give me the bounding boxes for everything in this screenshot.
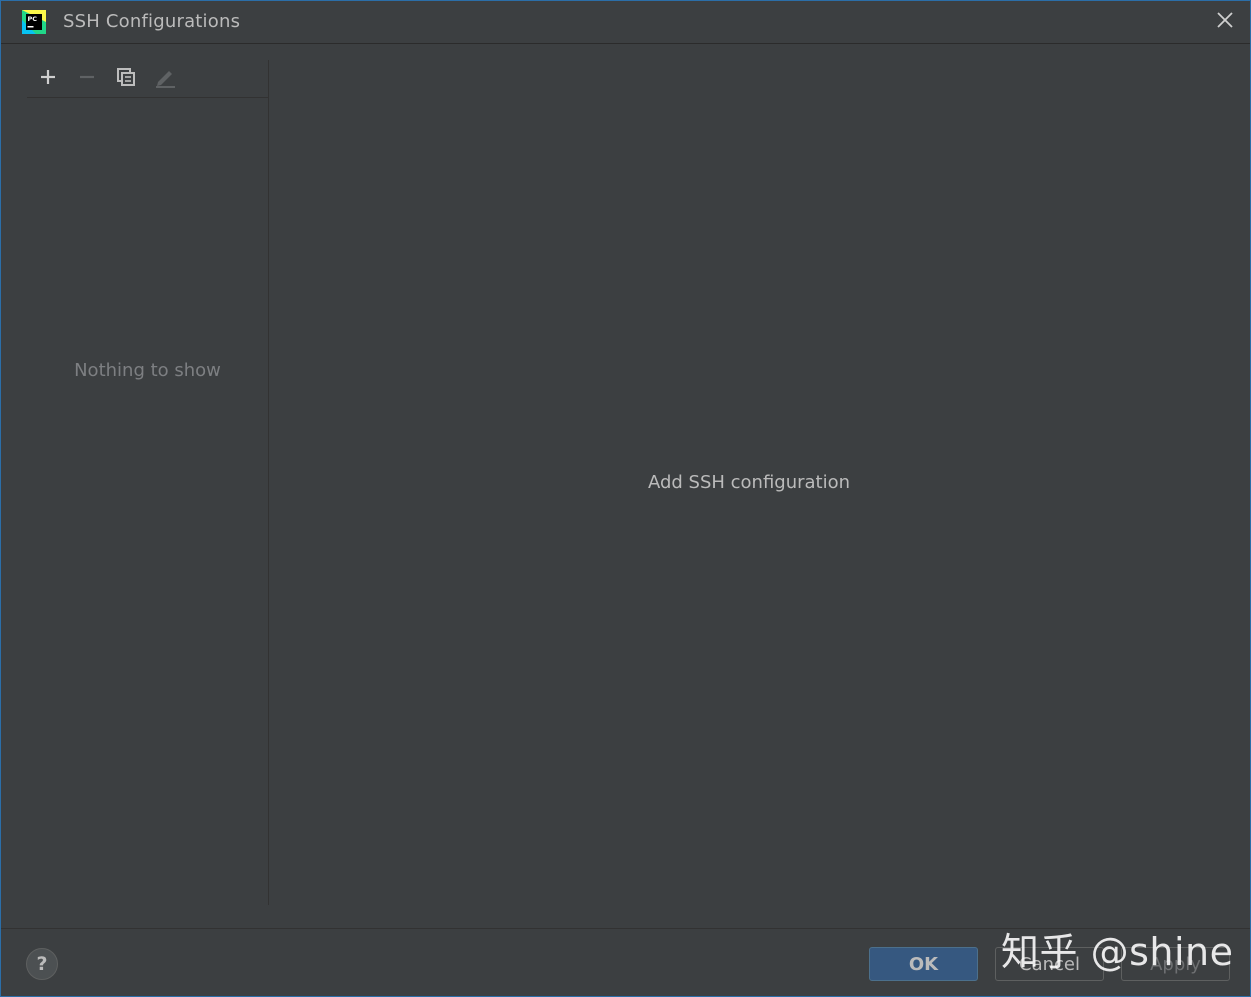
copy-icon [116,67,136,91]
list-toolbar [27,60,268,98]
pencil-icon [154,66,176,92]
help-button[interactable]: ? [26,948,58,980]
close-button[interactable] [1209,7,1241,37]
dialog-button-bar: ? OK Cancel Apply [1,928,1250,997]
edit-button[interactable] [152,66,178,92]
add-button[interactable] [35,66,61,92]
copy-button[interactable] [113,66,139,92]
ok-button[interactable]: OK [869,947,978,981]
close-icon [1216,11,1234,33]
title-bar: PC SSH Configurations [1,1,1250,44]
cancel-button[interactable]: Cancel [995,947,1104,981]
pycharm-app-icon: PC [22,10,46,34]
configurations-list-panel: Nothing to show [27,60,269,905]
minus-icon [78,68,96,90]
ssh-configurations-dialog: PC SSH Configurations Nothing to show Ad… [0,0,1251,997]
add-ssh-configuration-text: Add SSH configuration [647,472,851,493]
remove-button[interactable] [74,66,100,92]
app-icon-text: PC [28,15,38,23]
dialog-title: SSH Configurations [63,11,241,32]
configuration-details-panel: Add SSH configuration [269,44,1250,928]
empty-list-text: Nothing to show [74,360,221,381]
plus-icon [39,68,57,90]
apply-button[interactable]: Apply [1121,947,1230,981]
